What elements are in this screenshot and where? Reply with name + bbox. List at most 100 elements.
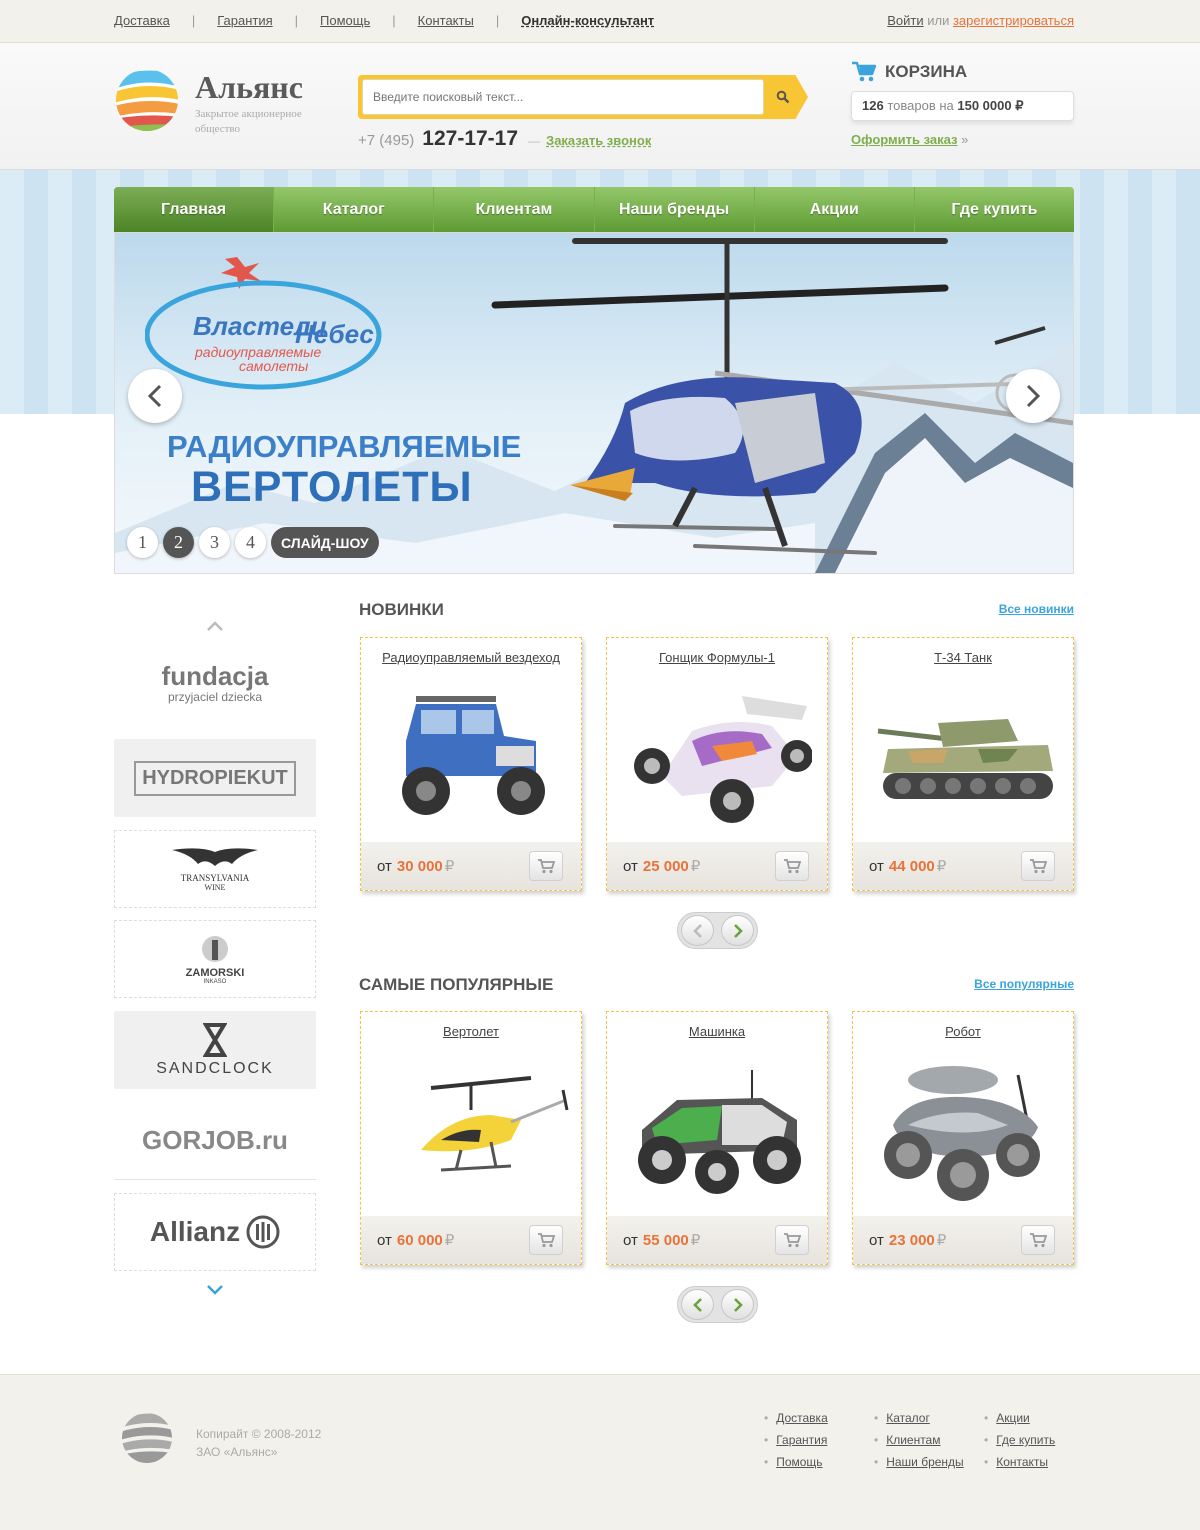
nav-tab-where-to-buy[interactable]: Где купить	[915, 187, 1074, 232]
brand-hydropiekut[interactable]: HYDROPIEKUT	[114, 739, 316, 817]
brand-fundacja[interactable]: fundacja przyjaciel dziecka	[114, 640, 316, 724]
logo-title[interactable]: Альянс	[195, 69, 303, 106]
auth-links: Войти или зарегистрироваться	[887, 13, 1074, 28]
logo-ball-icon[interactable]	[114, 67, 180, 136]
brand-transylvania[interactable]: TRANSYLVANIA WINE	[114, 830, 316, 908]
add-to-cart-button[interactable]	[775, 851, 809, 881]
product-image[interactable]	[371, 676, 571, 836]
footer-link-label: Доставка	[776, 1411, 828, 1425]
search-icon	[776, 90, 790, 104]
slideshow-button[interactable]: СЛАЙД-ШОУ	[271, 527, 379, 558]
product-image[interactable]	[863, 1050, 1063, 1210]
bat-wings-icon	[172, 848, 258, 866]
product-name[interactable]: Робот	[853, 1024, 1073, 1039]
top-link-contacts[interactable]: Контакты	[418, 13, 474, 28]
bullet: •	[874, 1411, 879, 1425]
nav-tab-home[interactable]: Главная	[114, 187, 275, 232]
product-price: 55 000	[642, 1231, 689, 1249]
product-name[interactable]: Гонщик Формулы-1	[607, 650, 827, 665]
top-link-warranty[interactable]: Гарантия	[217, 13, 272, 28]
slider-next-button[interactable]	[1006, 369, 1060, 423]
robot-image	[884, 1066, 1040, 1201]
cart-icon	[784, 1232, 801, 1247]
slider-page-2[interactable]: 2	[163, 527, 194, 558]
register-link[interactable]: зарегистрироваться	[953, 13, 1074, 28]
add-to-cart-button[interactable]	[1021, 1225, 1055, 1255]
footer-link-delivery[interactable]: • Доставка	[764, 1411, 828, 1425]
brand-transylvania-sub: WINE	[204, 883, 226, 892]
brands-down-button[interactable]	[206, 1284, 224, 1299]
search-button[interactable]	[766, 75, 808, 119]
cart-title-text: КОРЗИНА	[885, 62, 968, 81]
add-to-cart-button[interactable]	[529, 851, 563, 881]
product-footer: от 23 000 ₽	[853, 1216, 1073, 1264]
footer-link-where-to-buy[interactable]: • Где купить	[984, 1433, 1055, 1447]
new-next-button[interactable]	[721, 915, 754, 946]
brand-gorjob[interactable]: GORJOB.ru	[114, 1102, 316, 1180]
skylords-logo: Властели Небес радиоуправляемые самолеты	[144, 253, 385, 406]
new-section-title: НОВИНКИ	[359, 600, 444, 619]
product-name[interactable]: Машинка	[607, 1024, 827, 1039]
footer-link-warranty[interactable]: • Гарантия	[764, 1433, 828, 1447]
bullet: •	[764, 1455, 769, 1469]
footer-link-catalog[interactable]: • Каталог	[874, 1411, 964, 1425]
price-currency: ₽	[444, 858, 455, 875]
bullet: •	[874, 1455, 879, 1469]
footer-link-promotions[interactable]: • Акции	[984, 1411, 1055, 1425]
footer-link-brands[interactable]: • Наши бренды	[874, 1455, 964, 1469]
popular-next-button[interactable]	[721, 1289, 754, 1320]
callback-link[interactable]: Заказать звонок	[546, 133, 651, 148]
product-image[interactable]	[863, 676, 1063, 836]
nav-tab-promotions[interactable]: Акции	[755, 187, 915, 232]
product-name[interactable]: Вертолет	[361, 1024, 581, 1039]
nav-tab-catalog[interactable]: Каталог	[274, 187, 435, 232]
new-prev-button[interactable]	[681, 915, 714, 946]
popular-prev-button[interactable]	[681, 1289, 714, 1320]
price-currency: ₽	[690, 858, 701, 875]
price-prefix: от	[623, 1231, 638, 1249]
brand-allianz[interactable]: Allianz	[114, 1193, 316, 1271]
all-popular-link[interactable]: Все популярные	[974, 977, 1074, 991]
top-link-delivery[interactable]: Доставка	[114, 13, 170, 28]
nav-tab-brands[interactable]: Наши бренды	[595, 187, 755, 232]
footer-logo-icon[interactable]	[120, 1411, 174, 1468]
add-to-cart-button[interactable]	[1021, 851, 1055, 881]
allianz-eagle-icon	[246, 1215, 280, 1249]
add-to-cart-button[interactable]	[529, 1225, 563, 1255]
login-link[interactable]: Войти	[887, 13, 923, 28]
product-name[interactable]: Радиоуправляемый вездеход	[361, 650, 581, 665]
add-to-cart-button[interactable]	[775, 1225, 809, 1255]
product-image[interactable]	[617, 1050, 817, 1210]
cart-icon	[1030, 1232, 1047, 1247]
product-card: Робот от 23 000 ₽	[852, 1011, 1074, 1265]
brand-sandclock[interactable]: SANDCLOCK	[114, 1011, 316, 1089]
footer-link-help[interactable]: • Помощь	[764, 1455, 828, 1469]
brands-up-button[interactable]	[206, 620, 224, 635]
all-new-link[interactable]: Все новинки	[999, 602, 1074, 616]
online-consultant-link[interactable]: Онлайн-консультант	[521, 13, 654, 28]
product-image[interactable]	[371, 1050, 571, 1210]
cart-icon	[1030, 858, 1047, 873]
footer-link-clients[interactable]: • Клиентам	[874, 1433, 964, 1447]
slider-page-1[interactable]: 1	[127, 527, 158, 558]
search-input[interactable]	[362, 79, 764, 115]
brand-zamorski[interactable]: ZAMORSKI INKASO	[114, 920, 316, 998]
buggy-image	[634, 696, 812, 823]
checkout-link[interactable]: Оформить заказ	[851, 132, 957, 147]
footer-link-label: Клиентам	[886, 1433, 941, 1447]
product-image[interactable]	[617, 676, 817, 836]
product-card: Радиоуправляемый вездеход от 30 000 ₽	[360, 637, 582, 891]
top-link-help[interactable]: Помощь	[320, 13, 370, 28]
cart-icon	[784, 858, 801, 873]
product-name[interactable]: Т-34 Танк	[853, 650, 1073, 665]
header: Альянс Закрытое акционерное общество +7 …	[0, 43, 1200, 170]
popular-carousel-controls	[677, 1286, 758, 1323]
slider-page-3[interactable]: 3	[199, 527, 230, 558]
cart-title[interactable]: КОРЗИНА	[851, 61, 1074, 83]
slider-page-4[interactable]: 4	[235, 527, 266, 558]
cart-summary[interactable]: 126 товаров на 150 0000 ₽	[851, 91, 1074, 121]
slider-pager: 1 2 3 4 СЛАЙД-ШОУ	[127, 527, 379, 558]
nav-tab-clients[interactable]: Клиентам	[434, 187, 595, 232]
slider-prev-button[interactable]	[128, 369, 182, 423]
footer-link-contacts[interactable]: • Контакты	[984, 1455, 1055, 1469]
